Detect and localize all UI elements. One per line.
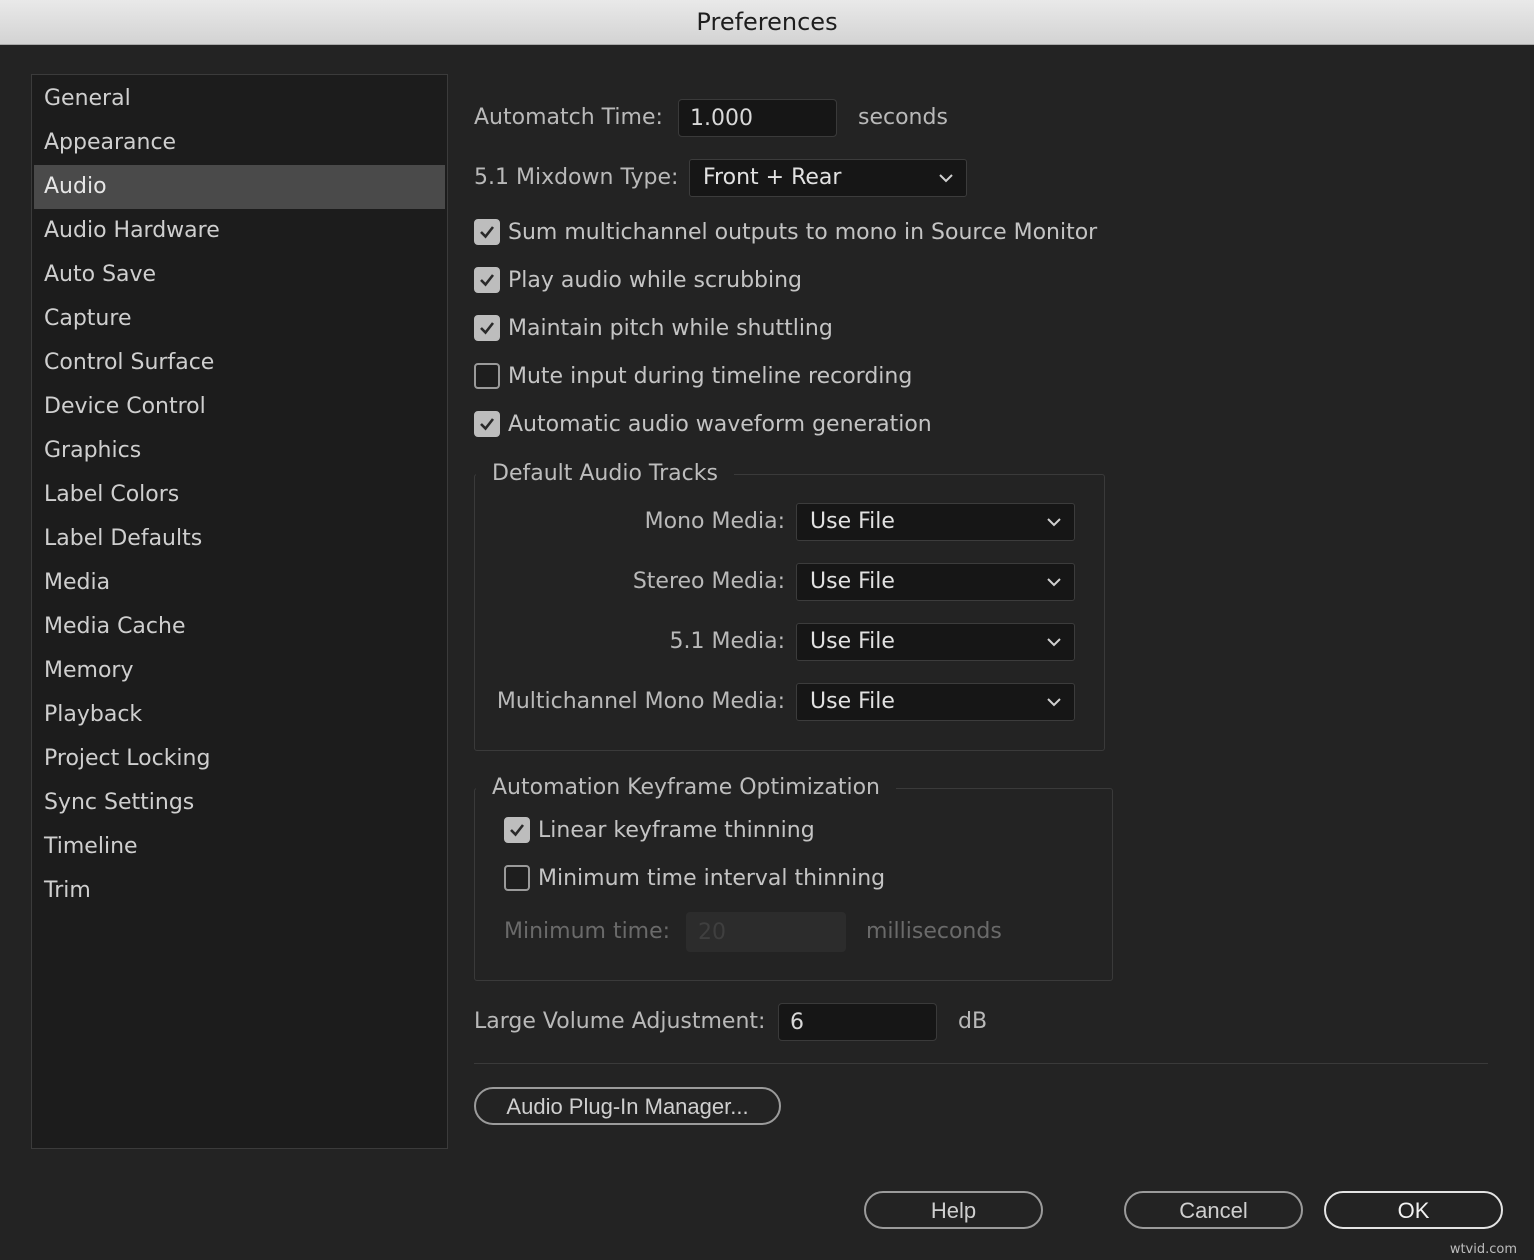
- checkmark-icon: [478, 223, 496, 241]
- checkbox-box[interactable]: [474, 219, 500, 245]
- checkmark-icon: [508, 821, 526, 839]
- checkbox-label: Mute input during timeline recording: [508, 364, 912, 389]
- checkbox-box[interactable]: [504, 817, 530, 843]
- keyframe-optimization-title: Automation Keyframe Optimization: [476, 773, 896, 803]
- checkbox-box[interactable]: [474, 267, 500, 293]
- minimum-time-input: [686, 912, 846, 952]
- sidebar-item-auto-save[interactable]: Auto Save: [34, 253, 445, 297]
- stereo-media-label: Stereo Media:: [475, 567, 785, 597]
- checkmark-icon: [478, 319, 496, 337]
- large-volume-input[interactable]: [778, 1003, 937, 1041]
- multichannel-mono-media-value: Use File: [810, 689, 895, 714]
- multichannel-mono-media-label: Multichannel Mono Media:: [475, 687, 785, 717]
- checkbox-box[interactable]: [504, 865, 530, 891]
- chevron-down-icon: [1046, 697, 1062, 707]
- mono-media-value: Use File: [810, 509, 895, 534]
- default-audio-tracks-title: Default Audio Tracks: [476, 459, 734, 489]
- auto-waveform-checkbox[interactable]: Automatic audio waveform generation: [474, 409, 932, 439]
- mono-media-dropdown[interactable]: Use File: [796, 503, 1075, 541]
- sidebar-item-project-locking[interactable]: Project Locking: [34, 737, 445, 781]
- chevron-down-icon: [1046, 517, 1062, 527]
- sidebar-item-label-colors[interactable]: Label Colors: [34, 473, 445, 517]
- automatch-time-label: Automatch Time:: [474, 103, 663, 133]
- maintain-pitch-checkbox[interactable]: Maintain pitch while shuttling: [474, 313, 833, 343]
- sidebar-item-sync-settings[interactable]: Sync Settings: [34, 781, 445, 825]
- stereo-media-dropdown[interactable]: Use File: [796, 563, 1075, 601]
- sidebar-item-capture[interactable]: Capture: [34, 297, 445, 341]
- checkbox-label: Automatic audio waveform generation: [508, 412, 932, 437]
- linear-keyframe-thinning-checkbox[interactable]: Linear keyframe thinning: [504, 815, 815, 845]
- sidebar-item-graphics[interactable]: Graphics: [34, 429, 445, 473]
- minimum-time-label: Minimum time:: [504, 917, 670, 947]
- sum-multichannel-checkbox[interactable]: Sum multichannel outputs to mono in Sour…: [474, 217, 1097, 247]
- sidebar-item-playback[interactable]: Playback: [34, 693, 445, 737]
- checkbox-label: Sum multichannel outputs to mono in Sour…: [508, 220, 1097, 245]
- sidebar-item-media-cache[interactable]: Media Cache: [34, 605, 445, 649]
- sidebar-item-audio[interactable]: Audio: [34, 165, 445, 209]
- sidebar-item-timeline[interactable]: Timeline: [34, 825, 445, 869]
- sidebar-item-general[interactable]: General: [34, 77, 445, 121]
- automatch-time-input[interactable]: [678, 99, 837, 137]
- checkbox-box[interactable]: [474, 411, 500, 437]
- checkbox-box[interactable]: [474, 315, 500, 341]
- minimum-time-interval-checkbox[interactable]: Minimum time interval thinning: [504, 863, 885, 893]
- watermark: wtvid.com: [1450, 1242, 1517, 1257]
- large-volume-unit: dB: [958, 1007, 987, 1037]
- checkmark-icon: [478, 415, 496, 433]
- play-audio-scrubbing-checkbox[interactable]: Play audio while scrubbing: [474, 265, 802, 295]
- mono-media-label: Mono Media:: [475, 507, 785, 537]
- mixdown-type-dropdown[interactable]: Front + Rear: [689, 159, 967, 197]
- surround-media-dropdown[interactable]: Use File: [796, 623, 1075, 661]
- title-bar: Preferences: [0, 0, 1534, 45]
- help-button[interactable]: Help: [864, 1191, 1043, 1229]
- minimum-time-unit: milliseconds: [866, 917, 1002, 947]
- mixdown-type-label: 5.1 Mixdown Type:: [474, 163, 678, 193]
- large-volume-label: Large Volume Adjustment:: [474, 1007, 765, 1037]
- stereo-media-value: Use File: [810, 569, 895, 594]
- checkbox-box[interactable]: [474, 363, 500, 389]
- chevron-down-icon: [938, 173, 954, 183]
- divider: [474, 1063, 1488, 1064]
- sidebar-item-media[interactable]: Media: [34, 561, 445, 605]
- sidebar-item-trim[interactable]: Trim: [34, 869, 445, 913]
- checkbox-label: Linear keyframe thinning: [538, 818, 815, 843]
- checkbox-label: Minimum time interval thinning: [538, 866, 885, 891]
- checkbox-label: Play audio while scrubbing: [508, 268, 802, 293]
- mixdown-type-value: Front + Rear: [703, 165, 841, 190]
- sidebar-item-label-defaults[interactable]: Label Defaults: [34, 517, 445, 561]
- chevron-down-icon: [1046, 637, 1062, 647]
- multichannel-mono-media-dropdown[interactable]: Use File: [796, 683, 1075, 721]
- sidebar-item-appearance[interactable]: Appearance: [34, 121, 445, 165]
- sidebar-item-audio-hardware[interactable]: Audio Hardware: [34, 209, 445, 253]
- window-title: Preferences: [696, 8, 837, 36]
- surround-media-value: Use File: [810, 629, 895, 654]
- sidebar-item-control-surface[interactable]: Control Surface: [34, 341, 445, 385]
- surround-media-label: 5.1 Media:: [475, 627, 785, 657]
- audio-plugin-manager-button[interactable]: Audio Plug-In Manager...: [474, 1087, 781, 1125]
- chevron-down-icon: [1046, 577, 1062, 587]
- cancel-button[interactable]: Cancel: [1124, 1191, 1303, 1229]
- checkmark-icon: [478, 271, 496, 289]
- mute-input-checkbox[interactable]: Mute input during timeline recording: [474, 361, 912, 391]
- preferences-category-list[interactable]: General Appearance Audio Audio Hardware …: [31, 74, 448, 1149]
- sidebar-item-memory[interactable]: Memory: [34, 649, 445, 693]
- ok-button[interactable]: OK: [1324, 1191, 1503, 1229]
- sidebar-item-device-control[interactable]: Device Control: [34, 385, 445, 429]
- automatch-time-unit: seconds: [858, 103, 948, 133]
- checkbox-label: Maintain pitch while shuttling: [508, 316, 833, 341]
